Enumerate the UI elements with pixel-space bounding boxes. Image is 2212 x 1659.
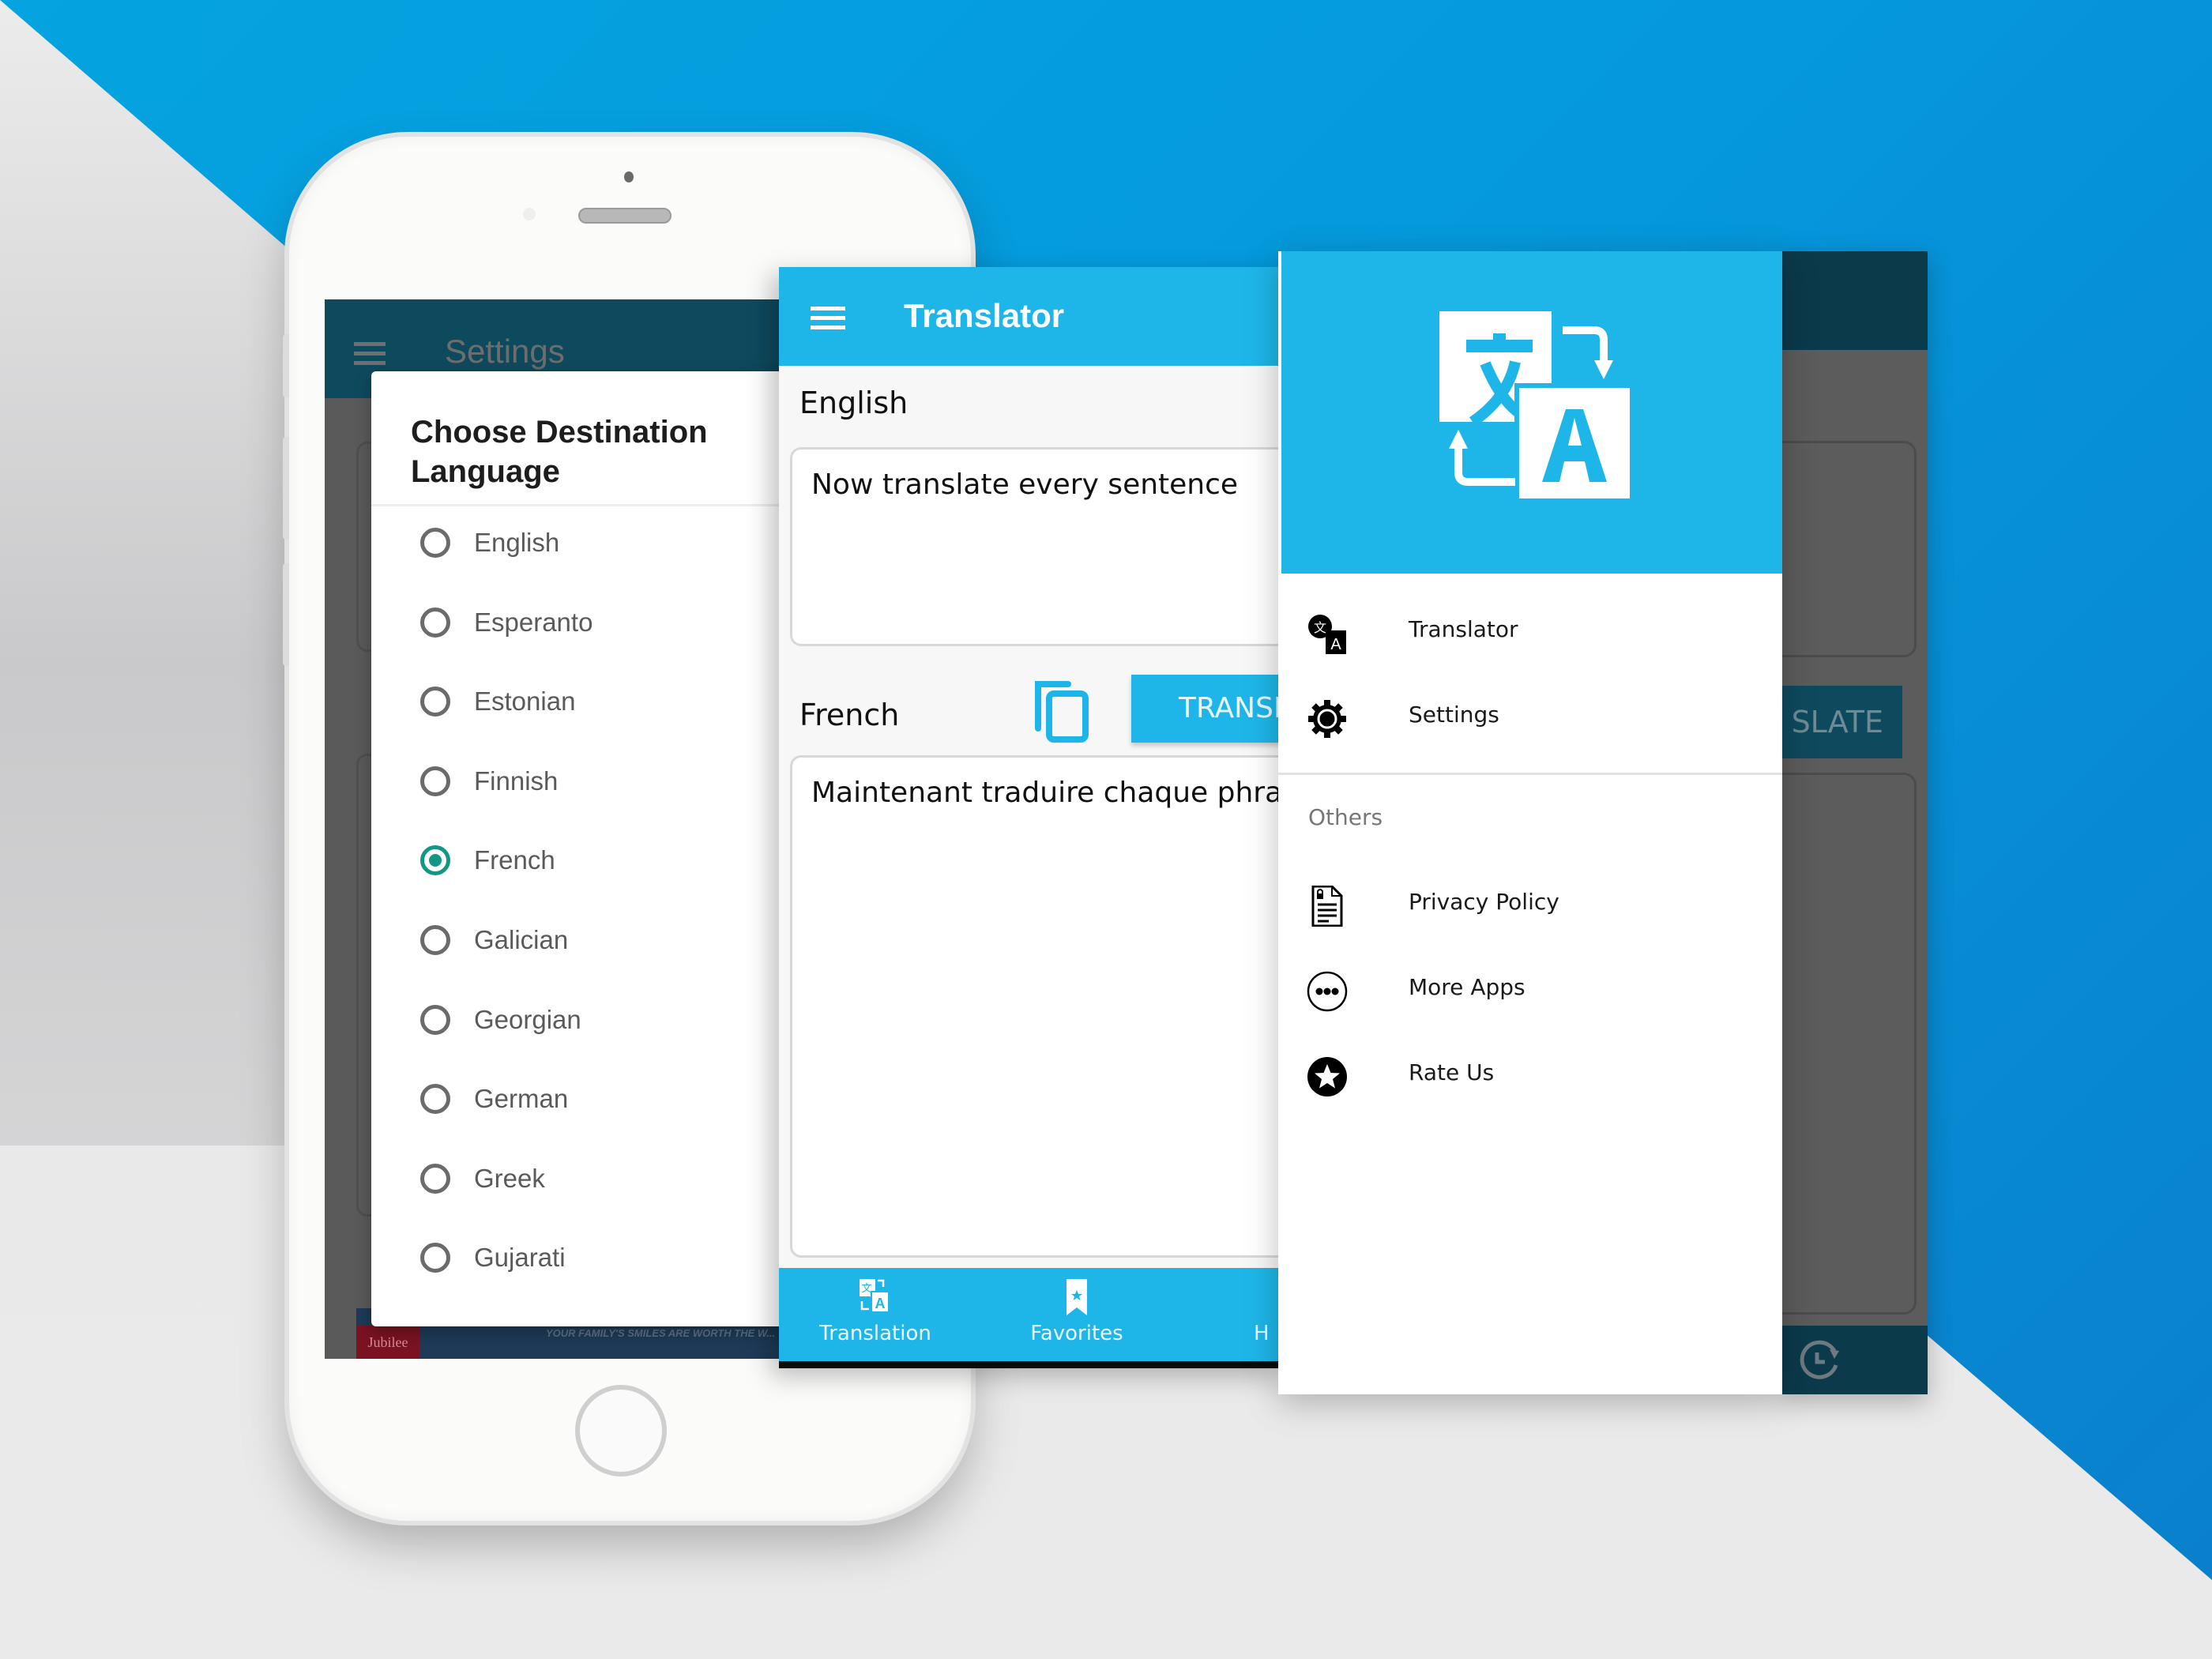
radio-unchecked-icon[interactable] <box>420 925 450 955</box>
star-icon <box>1307 1057 1347 1097</box>
drawer-item-label: Translator <box>1409 616 1518 642</box>
translator-toolbar: Translator <box>779 267 1285 366</box>
nav-translation[interactable]: A 文 Translation <box>796 1268 954 1361</box>
language-option-galician[interactable]: Galician <box>420 908 784 972</box>
drawer-header <box>1281 251 1782 574</box>
gear-icon <box>1308 700 1346 738</box>
ad-brand-logo: Jubilee <box>356 1326 419 1359</box>
translator-screen: Translator English Now translate every s… <box>779 267 1285 1368</box>
language-option-english[interactable]: English <box>420 511 784 574</box>
language-option-esperanto[interactable]: Esperanto <box>420 591 784 654</box>
copy-icon[interactable] <box>1033 679 1090 743</box>
radio-unchecked-icon[interactable] <box>420 1243 450 1273</box>
drawer-item-label: Privacy Policy <box>1409 889 1559 915</box>
language-option-georgian[interactable]: Georgian <box>420 988 784 1051</box>
svg-text:A: A <box>875 1296 886 1311</box>
translate-icon: A 文 <box>860 1279 890 1313</box>
svg-text:文: 文 <box>861 1283 871 1295</box>
language-option-label: Galician <box>474 925 569 954</box>
language-option-gujarati[interactable]: Gujarati <box>420 1226 784 1289</box>
history-icon <box>1800 1340 1839 1379</box>
drawer-item-label: Rate Us <box>1409 1059 1495 1085</box>
phone-sensor <box>523 208 536 220</box>
nav-history[interactable]: H <box>1202 1268 1285 1361</box>
menu-icon[interactable] <box>811 307 845 330</box>
language-option-german[interactable]: German <box>420 1067 784 1130</box>
background-output-card <box>1782 773 1917 1315</box>
nav-favorites[interactable]: Favorites <box>998 1268 1156 1361</box>
target-language-selector[interactable]: French <box>799 698 899 732</box>
phone-speaker <box>578 208 672 224</box>
background-toolbar <box>1782 251 1928 350</box>
language-option-label: Greek <box>474 1163 545 1193</box>
language-option-greek[interactable]: Greek <box>420 1147 784 1210</box>
radio-unchecked-icon[interactable] <box>420 528 450 558</box>
background-bottom-nav <box>1782 1326 1928 1394</box>
menu-icon[interactable] <box>354 342 386 366</box>
phone-mute-switch <box>283 334 289 397</box>
drawer-item-more-apps[interactable]: More Apps <box>1278 949 1782 1028</box>
system-nav-bar <box>779 1361 1285 1368</box>
translate-logo-icon <box>1439 311 1632 501</box>
bookmark-star-icon <box>1066 1279 1087 1315</box>
source-text: Now translate every sentence <box>811 468 1239 501</box>
drawer-item-label: More Apps <box>1409 974 1525 1000</box>
radio-unchecked-icon[interactable] <box>420 766 450 796</box>
nav-history-label: H <box>1254 1322 1270 1345</box>
radio-unchecked-icon[interactable] <box>420 1004 450 1035</box>
source-language-selector[interactable]: English <box>799 386 908 420</box>
translate-icon: 文 A <box>1308 615 1346 654</box>
language-option-french[interactable]: French <box>420 829 784 892</box>
svg-text:文: 文 <box>1314 620 1326 635</box>
radio-unchecked-icon[interactable] <box>420 1084 450 1115</box>
navigation-drawer: 文 A Translator Settings Others Privacy P… <box>1278 251 1782 1394</box>
choose-language-dialog: Choose Destination Language English Esper… <box>371 371 814 1326</box>
drawer-item-label: Settings <box>1409 702 1499 728</box>
phone-volume-down <box>283 563 289 666</box>
output-text: Maintenant traduire chaque phrase <box>811 777 1285 809</box>
drawer-item-settings[interactable]: Settings <box>1278 676 1782 755</box>
language-option-label: Gujarati <box>474 1243 566 1273</box>
background-translator-screen: SLATE <box>1782 251 1928 1394</box>
language-option-estonian[interactable]: Estonian <box>420 670 784 733</box>
language-option-label: Finnish <box>474 766 559 796</box>
phone-volume-up <box>283 437 289 540</box>
language-option-label: German <box>474 1084 569 1114</box>
radio-unchecked-icon[interactable] <box>420 1163 450 1194</box>
translate-button[interactable]: TRANSL <box>1131 675 1285 743</box>
ad-text: YOUR FAMILY'S SMILES ARE WORTH THE W... <box>546 1327 776 1339</box>
bottom-navigation: A 文 Translation Favorites H <box>779 1268 1285 1361</box>
drawer-item-privacy-policy[interactable]: Privacy Policy <box>1278 863 1782 942</box>
document-lock-icon <box>1311 886 1343 927</box>
radio-checked-icon[interactable] <box>420 845 450 876</box>
drawer-item-translator[interactable]: 文 A Translator <box>1278 591 1782 670</box>
nav-translation-label: Translation <box>819 1322 931 1345</box>
phone-home-button[interactable] <box>575 1385 667 1477</box>
svg-text:A: A <box>1330 636 1341 653</box>
language-option-label: Georgian <box>474 1004 581 1034</box>
language-option-label: French <box>474 845 555 875</box>
output-text-area[interactable]: Maintenant traduire chaque phrase <box>790 755 1285 1258</box>
source-text-input[interactable]: Now translate every sentence <box>790 447 1285 646</box>
language-option-label: Estonian <box>474 687 576 717</box>
radio-unchecked-icon[interactable] <box>420 687 450 717</box>
drawer-item-rate-us[interactable]: Rate Us <box>1278 1034 1782 1113</box>
language-option-finnish[interactable]: Finnish <box>420 750 784 813</box>
settings-title: Settings <box>445 333 565 370</box>
phone-camera <box>624 171 634 182</box>
language-option-label: Esperanto <box>474 607 593 637</box>
language-option-label: English <box>474 528 560 557</box>
drawer-section-title: Others <box>1308 804 1383 830</box>
drawer-divider <box>1278 773 1782 775</box>
radio-unchecked-icon[interactable] <box>420 607 450 638</box>
background-translate-button: SLATE <box>1782 686 1902 758</box>
more-dots-icon <box>1307 971 1348 1012</box>
dialog-title: Choose Destination Language <box>411 415 708 489</box>
dialog-divider <box>371 504 814 506</box>
translator-title: Translator <box>904 297 1065 334</box>
background-input-card <box>1782 441 1917 657</box>
nav-favorites-label: Favorites <box>1030 1322 1123 1345</box>
